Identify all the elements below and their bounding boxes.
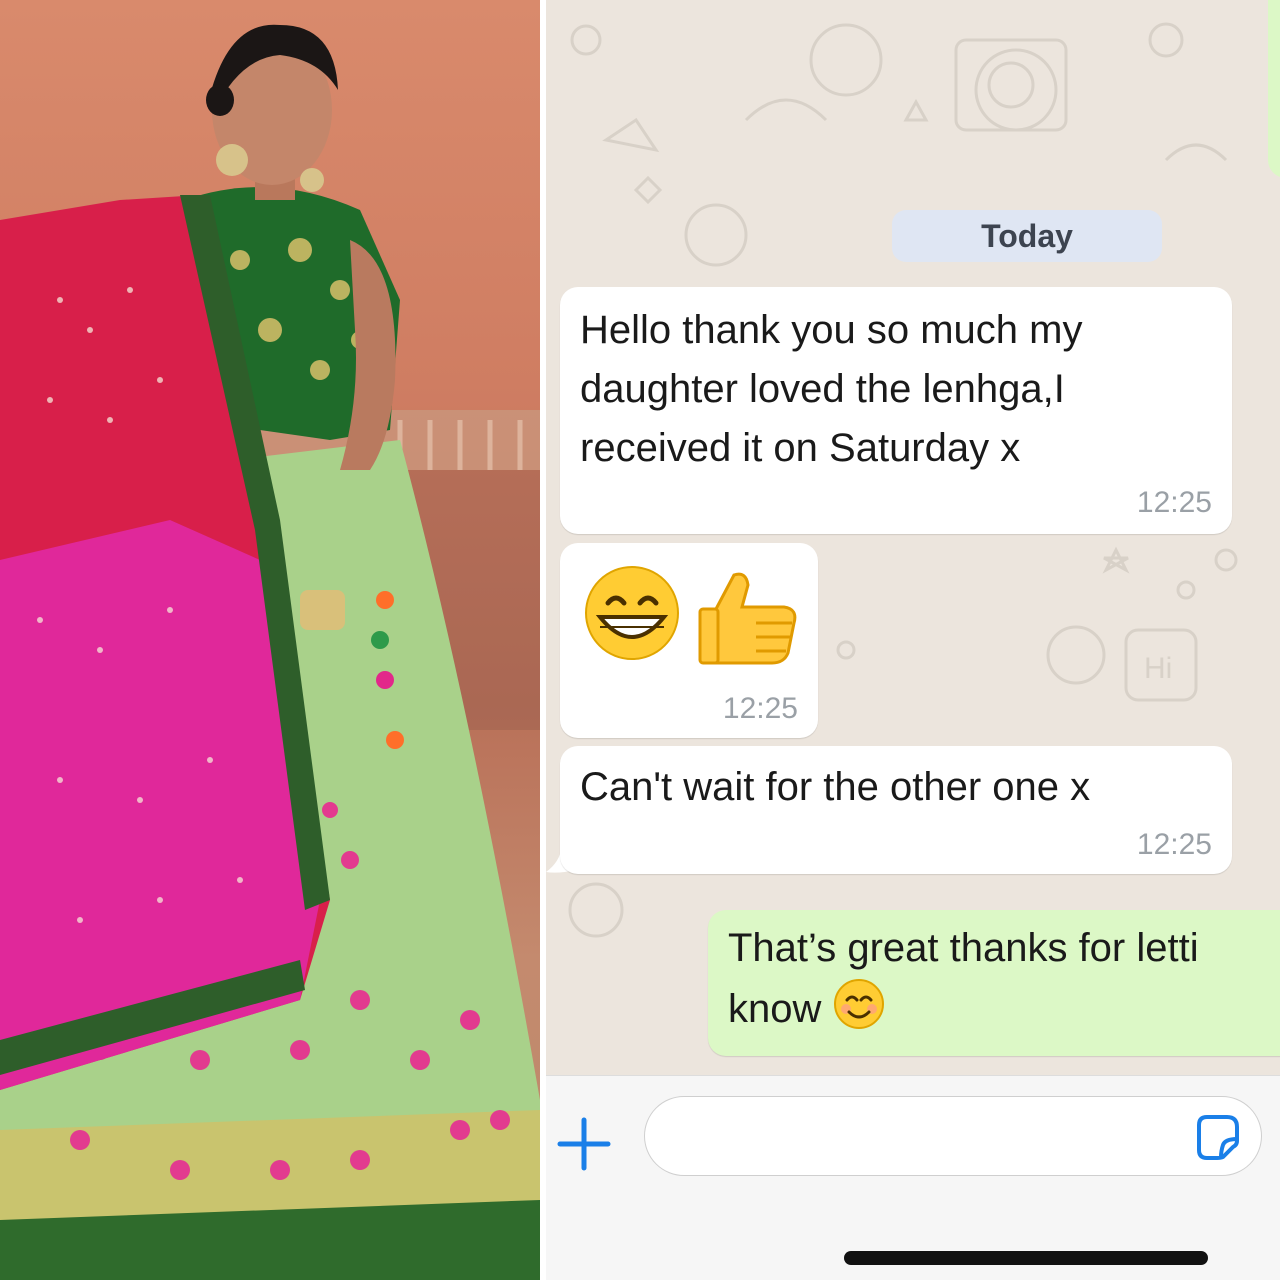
chat-panel[interactable]: Hi Today Hello thank you so much my daug… [546, 0, 1280, 1075]
previous-outgoing-bubble-edge [1268, 0, 1280, 178]
message-line: know [728, 987, 822, 1031]
emoji-row [584, 565, 804, 665]
svg-text:Hi: Hi [1144, 652, 1172, 685]
message-text: That’s great thanks for letti know [728, 918, 1199, 1039]
message-text: Hello thank you so much my daughter love… [580, 301, 1082, 478]
date-separator: Today [892, 210, 1162, 262]
message-timestamp: 12:25 [722, 692, 798, 725]
home-indicator [844, 1251, 1208, 1265]
outgoing-message-bubble[interactable]: That’s great thanks for letti know [708, 910, 1280, 1056]
message-timestamp: 12:25 [1136, 486, 1212, 519]
grinning-face-icon [585, 566, 679, 660]
smiling-face-icon [833, 979, 884, 1029]
plus-icon[interactable] [554, 1114, 614, 1174]
message-input[interactable] [644, 1096, 1262, 1176]
message-line: That’s great thanks for letti [728, 926, 1199, 970]
lehenga-illustration [0, 24, 540, 1280]
message-timestamp: 12:25 [1136, 828, 1212, 861]
message-line: daughter loved the lenhga,I [580, 367, 1065, 411]
incoming-message-bubble[interactable]: Can't wait for the other one x 12:25 [560, 746, 1232, 874]
thumbs-up-icon [698, 572, 797, 665]
message-input-bar [546, 1075, 1280, 1280]
incoming-emoji-bubble[interactable]: 12:25 [560, 543, 818, 738]
message-text: Can't wait for the other one x [580, 765, 1091, 809]
incoming-message-bubble[interactable]: Hello thank you so much my daughter love… [560, 287, 1232, 534]
message-line: Hello thank you so much my [580, 308, 1083, 352]
product-photo [0, 0, 540, 1280]
sticker-icon[interactable] [1191, 1111, 1243, 1163]
message-line: received it on Saturday x [580, 426, 1021, 470]
